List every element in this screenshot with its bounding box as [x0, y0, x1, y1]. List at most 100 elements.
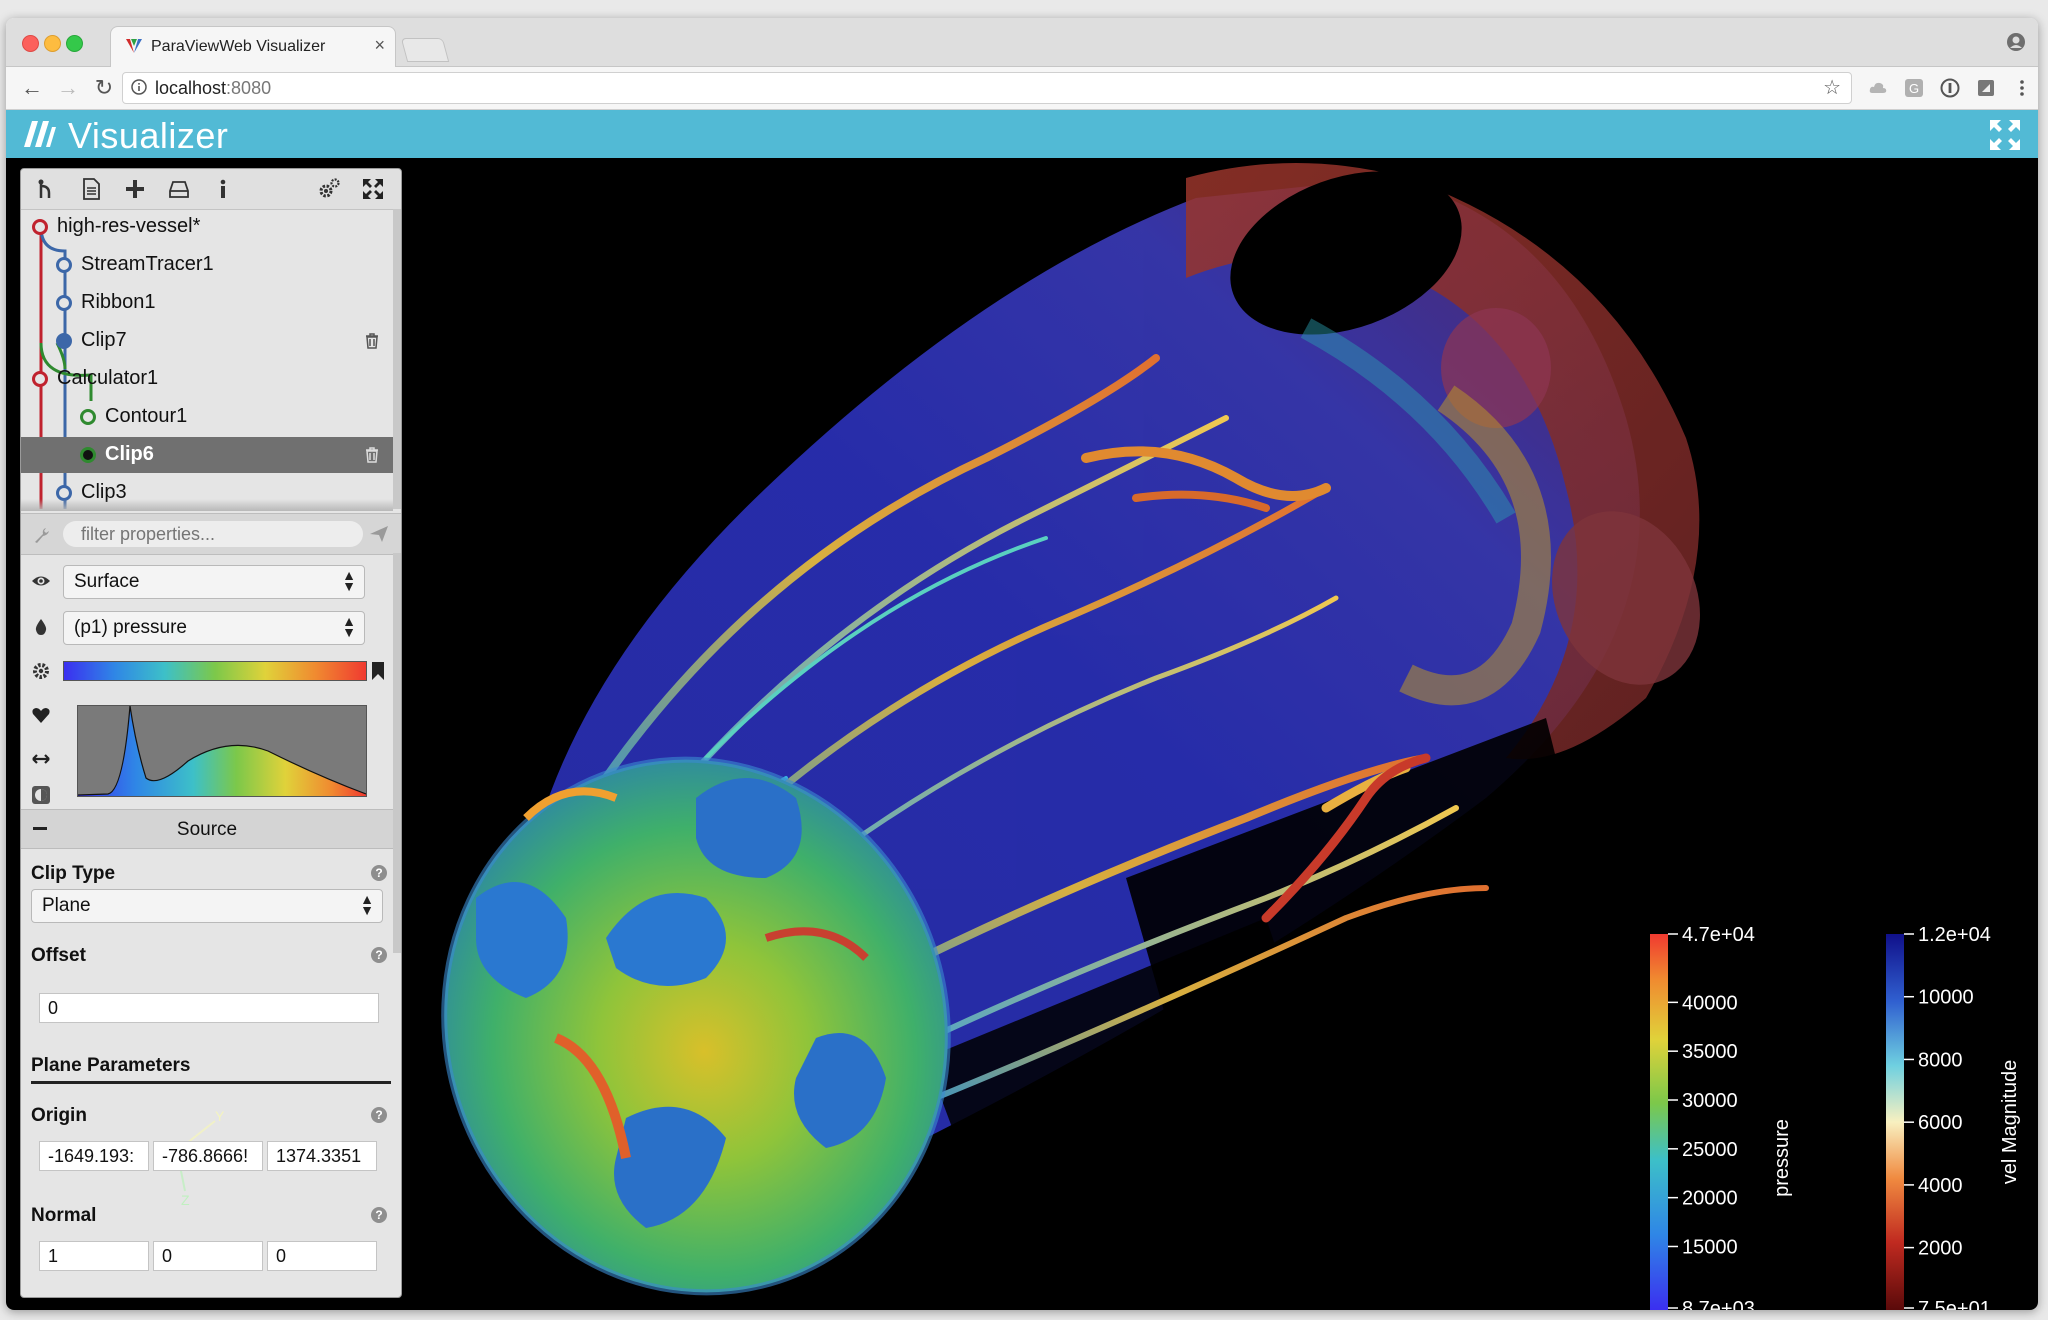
properties-scrollbar[interactable]	[393, 553, 401, 953]
pipeline-item[interactable]: Clip7	[21, 323, 393, 359]
colormap-settings-icon[interactable]	[31, 661, 51, 681]
url-bar[interactable]: localhost:8080 ☆	[122, 72, 1852, 104]
normal-z-input[interactable]	[267, 1241, 377, 1271]
pipeline-browser-icon[interactable]	[35, 177, 59, 201]
cloud-extension-icon[interactable]	[1868, 78, 1888, 98]
url-port: :8080	[226, 78, 272, 98]
legend-tick-label: 30000	[1682, 1090, 1738, 1112]
apply-send-icon[interactable]	[369, 525, 389, 543]
pipeline-scrollbar[interactable]	[393, 209, 401, 509]
legend-tick-label: 25000	[1682, 1139, 1738, 1161]
pipeline-item[interactable]: Clip6	[21, 437, 393, 473]
pipeline-item-label: Contour1	[105, 405, 188, 427]
origin-x-input[interactable]	[39, 1141, 149, 1171]
normal-y-input[interactable]	[153, 1241, 263, 1271]
legend-tick-label: 4.7e+04	[1682, 924, 1755, 946]
fullscreen-icon[interactable]	[1988, 118, 2022, 152]
normal-x-input[interactable]	[39, 1241, 149, 1271]
pipeline-node-icon[interactable]	[55, 332, 73, 350]
color-by-value: (p1) pressure	[74, 617, 187, 638]
pressure-legend-title: pressure	[1771, 1119, 1793, 1197]
reload-button[interactable]: ↻	[92, 75, 116, 101]
delete-trash-icon[interactable]	[365, 447, 379, 463]
back-button[interactable]: ←	[20, 75, 44, 101]
info-icon[interactable]	[131, 79, 147, 95]
filter-properties-input[interactable]	[63, 521, 363, 547]
pipeline-node-icon[interactable]	[31, 218, 49, 236]
browser-tab[interactable]: ParaViewWeb Visualizer ×	[110, 26, 396, 68]
clip-type-select[interactable]: Plane ▲ ▼	[31, 889, 383, 923]
profile-icon[interactable]	[2006, 32, 2026, 52]
svg-text:Z: Z	[181, 1192, 190, 1208]
offset-help-icon[interactable]: ?	[371, 947, 387, 963]
color-by-select[interactable]: (p1) pressure ▲ ▼	[63, 611, 365, 645]
origin-y-input[interactable]	[153, 1141, 263, 1171]
opacity-transfer-histogram[interactable]	[77, 705, 367, 797]
pipeline-node-icon[interactable]	[31, 370, 49, 388]
pipeline-item[interactable]: StreamTracer1	[21, 247, 393, 283]
bookmark-icon[interactable]	[371, 661, 385, 681]
pipeline-item[interactable]: Contour1	[21, 399, 393, 435]
select-arrows-icon: ▲ ▼	[360, 891, 374, 918]
offset-label: Offset	[31, 945, 86, 966]
visibility-eye-icon[interactable]	[31, 571, 51, 591]
origin-z-input[interactable]	[267, 1141, 377, 1171]
collapse-panel-icon[interactable]	[361, 177, 385, 201]
g-extension-icon[interactable]: G	[1904, 78, 1924, 98]
close-window-button[interactable]	[22, 35, 39, 52]
pipeline-item[interactable]: high-res-vessel*	[21, 209, 393, 245]
properties-panel: Surface ▲ ▼ (p1) pressure ▲ ▼ Source Cli…	[21, 553, 393, 1297]
note-extension-icon[interactable]	[1976, 78, 1996, 98]
browser-window: ParaViewWeb Visualizer × ← → ↻ localhost…	[6, 18, 2038, 1310]
forward-button[interactable]: →	[56, 75, 80, 101]
save-data-icon[interactable]	[167, 177, 191, 201]
color-drop-icon[interactable]	[31, 617, 51, 637]
pipeline-item[interactable]: Ribbon1	[21, 285, 393, 321]
information-icon[interactable]	[211, 177, 235, 201]
range-arrows-icon[interactable]	[31, 749, 51, 769]
tab-title: ParaViewWeb Visualizer	[151, 38, 326, 55]
heart-icon[interactable]	[31, 705, 51, 725]
visualizer-logo-icon	[24, 121, 56, 147]
render-viewport[interactable]: 4.7e+04 40000 35000 30000 25000 20000 15000 8.7…	[6, 158, 2038, 1310]
delete-trash-icon[interactable]	[365, 333, 379, 349]
velocity-legend-title: vel Magnitude	[1999, 1060, 2021, 1185]
app-header: Visualizer	[6, 110, 2038, 158]
legend-tick-label: 8.7e+03	[1682, 1298, 1755, 1310]
pipeline-node-icon[interactable]	[55, 256, 73, 274]
wrench-icon[interactable]	[33, 526, 51, 544]
control-panel: high-res-vessel* StreamTracer1 Ribbon1 Clip…	[20, 168, 402, 1298]
add-filter-icon[interactable]	[123, 177, 147, 201]
more-menu-icon[interactable]	[2012, 78, 2032, 98]
clip-type-value: Plane	[42, 895, 91, 916]
filter-bar	[21, 513, 401, 555]
paraview-favicon-icon	[126, 39, 142, 53]
select-arrows-icon: ▲ ▼	[342, 613, 356, 640]
offset-input[interactable]	[39, 993, 379, 1023]
pipeline-node-icon[interactable]	[79, 446, 97, 464]
minimize-window-button[interactable]	[44, 35, 61, 52]
file-browser-icon[interactable]	[79, 177, 103, 201]
settings-gears-icon[interactable]	[317, 177, 341, 201]
normal-label: Normal	[31, 1205, 97, 1226]
maximize-window-button[interactable]	[66, 35, 83, 52]
bookmark-star-icon[interactable]: ☆	[1823, 75, 1841, 100]
representation-select[interactable]: Surface ▲ ▼	[63, 565, 365, 599]
1password-extension-icon[interactable]	[1940, 78, 1960, 98]
pipeline-node-icon[interactable]	[55, 294, 73, 312]
clip-type-help-icon[interactable]: ?	[371, 865, 387, 881]
colormap-preview[interactable]	[63, 661, 367, 681]
origin-help-icon[interactable]: ?	[371, 1107, 387, 1123]
new-tab-button[interactable]	[400, 38, 450, 62]
pipeline-node-icon[interactable]	[79, 408, 97, 426]
tab-close-icon[interactable]: ×	[374, 35, 385, 56]
legend-tick-label: 6000	[1918, 1112, 1963, 1134]
representation-value: Surface	[74, 571, 140, 592]
pipeline-fade	[21, 499, 393, 511]
normal-help-icon[interactable]: ?	[371, 1207, 387, 1223]
pressure-legend: 4.7e+04 40000 35000 30000 25000 20000 15000 8.7…	[1650, 924, 1793, 1310]
source-section-header[interactable]: Source	[21, 809, 393, 849]
pipeline-item-label: Calculator1	[57, 367, 159, 389]
opacity-contrast-icon[interactable]	[31, 785, 51, 805]
pipeline-item[interactable]: Calculator1	[21, 361, 393, 397]
